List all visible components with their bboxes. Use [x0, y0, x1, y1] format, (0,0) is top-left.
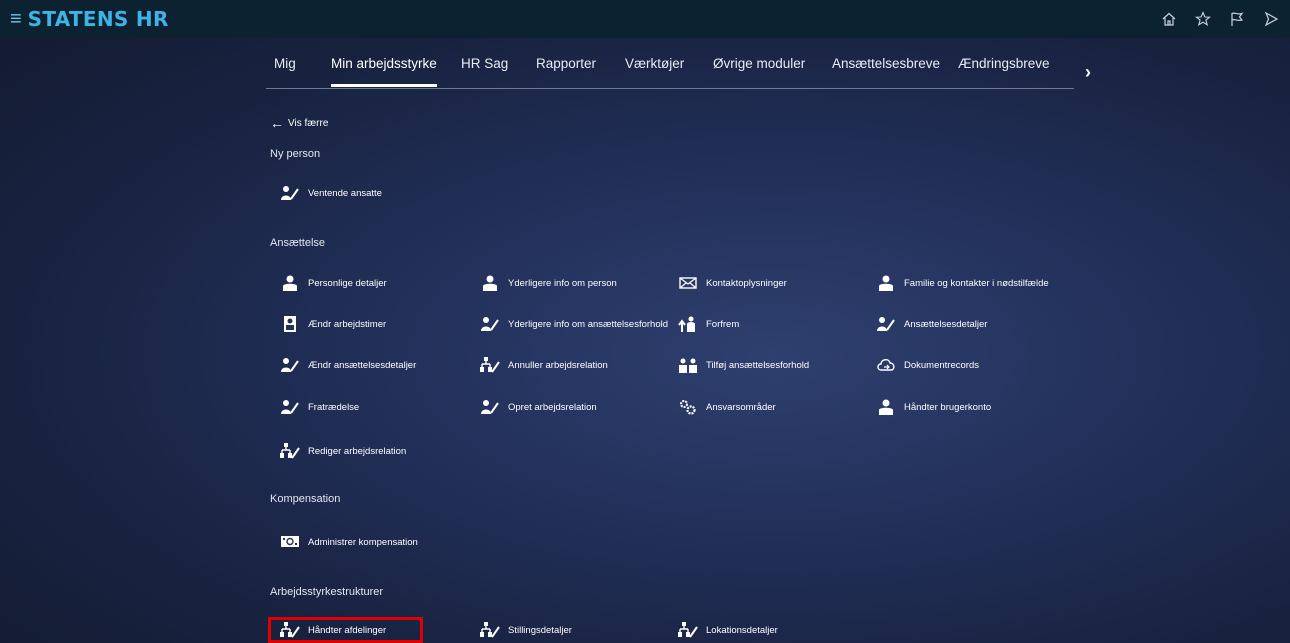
person-edit-icon: [280, 399, 300, 415]
task-tilfoej-ansaettelsesforhold[interactable]: Tilføj ansættelsesforhold: [678, 355, 809, 375]
show-less-label: Vis færre: [288, 117, 329, 129]
envelope-icon: [678, 275, 698, 291]
tab-mig[interactable]: Mig: [274, 56, 296, 71]
flag-icon[interactable]: [1228, 10, 1246, 28]
task-aendr-arbejdstimer[interactable]: Ændr arbejdstimer: [280, 314, 386, 334]
task-haandter-brugerkonto[interactable]: Håndter brugerkonto: [876, 397, 991, 417]
tab-ansaettelsesbreve[interactable]: Ansættelsesbreve: [832, 56, 940, 71]
top-icons: [1160, 0, 1280, 38]
show-less-link[interactable]: ← Vis færre: [270, 115, 328, 131]
task-aendr-ansaettelsesdetaljer[interactable]: Ændr ansættelsesdetaljer: [280, 355, 416, 375]
person-edit-icon: [876, 316, 896, 332]
org-edit-icon: [280, 443, 300, 459]
tab-vaerktoejer[interactable]: Værktøjer: [625, 56, 684, 71]
org-edit-icon: [678, 622, 698, 638]
top-bar: ≡ STATENS HR: [0, 0, 1290, 38]
section-title-ny-person: Ny person: [270, 148, 321, 160]
task-lokationsdetaljer[interactable]: Lokationsdetaljer: [678, 620, 778, 640]
tab-oevrige-moduler[interactable]: Øvrige moduler: [713, 56, 805, 71]
home-icon[interactable]: [1160, 10, 1178, 28]
task-yderligere-info-person[interactable]: Yderligere info om person: [480, 273, 617, 293]
task-ansvarsomraader[interactable]: Ansvarsområder: [678, 397, 776, 417]
person-edit-icon: [280, 357, 300, 373]
task-ansaettelsesdetaljer[interactable]: Ansættelsesdetaljer: [876, 314, 987, 334]
tab-bar: Mig Min arbejdsstyrke HR Sag Rapporter V…: [266, 56, 1074, 89]
person-icon: [480, 275, 500, 291]
selection-highlight: [268, 617, 423, 643]
section-title-arbejdsstyrkestrukturer: Arbejdsstyrkestrukturer: [270, 586, 384, 598]
tabs-next-icon[interactable]: ›: [1085, 62, 1091, 83]
task-label: Yderligere info om ansættelsesforhold: [508, 318, 669, 330]
cloud-icon: [876, 357, 896, 373]
tab-rapporter[interactable]: Rapporter: [536, 56, 596, 71]
task-administrer-kompensation[interactable]: Administrer kompensation: [280, 532, 418, 552]
app-title: STATENS HR: [27, 7, 169, 31]
task-label: Ændr arbejdstimer: [308, 318, 387, 330]
task-label: Familie og kontakter i nødstilfælde: [904, 277, 1049, 289]
task-label: Forfrem: [706, 318, 740, 330]
person-icon: [876, 275, 896, 291]
task-familie-kontakter[interactable]: Familie og kontakter i nødstilfælde: [876, 273, 1049, 293]
brand: ≡ STATENS HR: [10, 0, 169, 38]
task-label: Kontaktoplysninger: [706, 277, 787, 289]
task-ventende-ansatte[interactable]: Ventende ansatte: [280, 183, 382, 203]
person-edit-icon: [480, 399, 500, 415]
task-fratraedelse[interactable]: Fratrædelse: [280, 397, 359, 417]
gears-icon: [678, 399, 698, 415]
task-forfrem[interactable]: Forfrem: [678, 314, 739, 334]
task-label: Fratrædelse: [308, 401, 360, 413]
tab-min-arbejdsstyrke[interactable]: Min arbejdsstyrke: [331, 56, 437, 87]
task-label: Tilføj ansættelsesforhold: [706, 359, 810, 371]
arrow-left-icon: ←: [270, 115, 284, 131]
task-label: Ansvarsområder: [706, 401, 776, 413]
task-label: Ansættelsesdetaljer: [904, 318, 988, 330]
task-label: Ventende ansatte: [308, 187, 382, 199]
section-title-ansaettelse: Ansættelse: [270, 237, 326, 249]
task-label: Administrer kompensation: [308, 536, 418, 548]
task-rediger-arbejdsrelation[interactable]: Rediger arbejdsrelation: [280, 441, 406, 461]
task-label: Annuller arbejdsrelation: [508, 359, 608, 371]
task-label: Ændr ansættelsesdetaljer: [308, 359, 417, 371]
menu-icon[interactable]: ≡: [10, 9, 22, 29]
person-up-icon: [678, 316, 698, 332]
task-label: Yderligere info om person: [508, 277, 617, 289]
person-icon: [280, 275, 300, 291]
task-label: Rediger arbejdsrelation: [308, 445, 407, 457]
badge-icon: [280, 316, 300, 332]
task-label: Lokationsdetaljer: [706, 624, 778, 636]
task-yderligere-info-ansaettelsesforhold[interactable]: Yderligere info om ansættelsesforhold: [480, 314, 668, 334]
task-annuller-arbejdsrelation[interactable]: Annuller arbejdsrelation: [480, 355, 608, 375]
tab-aendringsbreve[interactable]: Ændringsbreve: [958, 56, 1050, 71]
org-edit-icon: [480, 622, 500, 638]
person-edit-icon: [280, 185, 300, 201]
task-label: Håndter brugerkonto: [904, 401, 992, 413]
task-label: Dokumentrecords: [904, 359, 979, 371]
task-label: Opret arbejdsrelation: [508, 401, 597, 413]
task-label: Stillingsdetaljer: [508, 624, 572, 636]
org-edit-icon: [480, 357, 500, 373]
person-edit-icon: [480, 316, 500, 332]
task-kontaktoplysninger[interactable]: Kontaktoplysninger: [678, 273, 787, 293]
tab-hr-sag[interactable]: HR Sag: [461, 56, 508, 71]
task-personlige-detaljer[interactable]: Personlige detaljer: [280, 273, 387, 293]
person-icon: [876, 399, 896, 415]
star-icon[interactable]: [1194, 10, 1212, 28]
people-icon: [678, 357, 698, 373]
money-icon: [280, 534, 300, 550]
task-opret-arbejdsrelation[interactable]: Opret arbejdsrelation: [480, 397, 597, 417]
section-title-kompensation: Kompensation: [270, 493, 341, 505]
play-icon[interactable]: [1262, 10, 1280, 28]
task-stillingsdetaljer[interactable]: Stillingsdetaljer: [480, 620, 572, 640]
task-label: Personlige detaljer: [308, 277, 387, 289]
task-dokumentrecords[interactable]: Dokumentrecords: [876, 355, 979, 375]
